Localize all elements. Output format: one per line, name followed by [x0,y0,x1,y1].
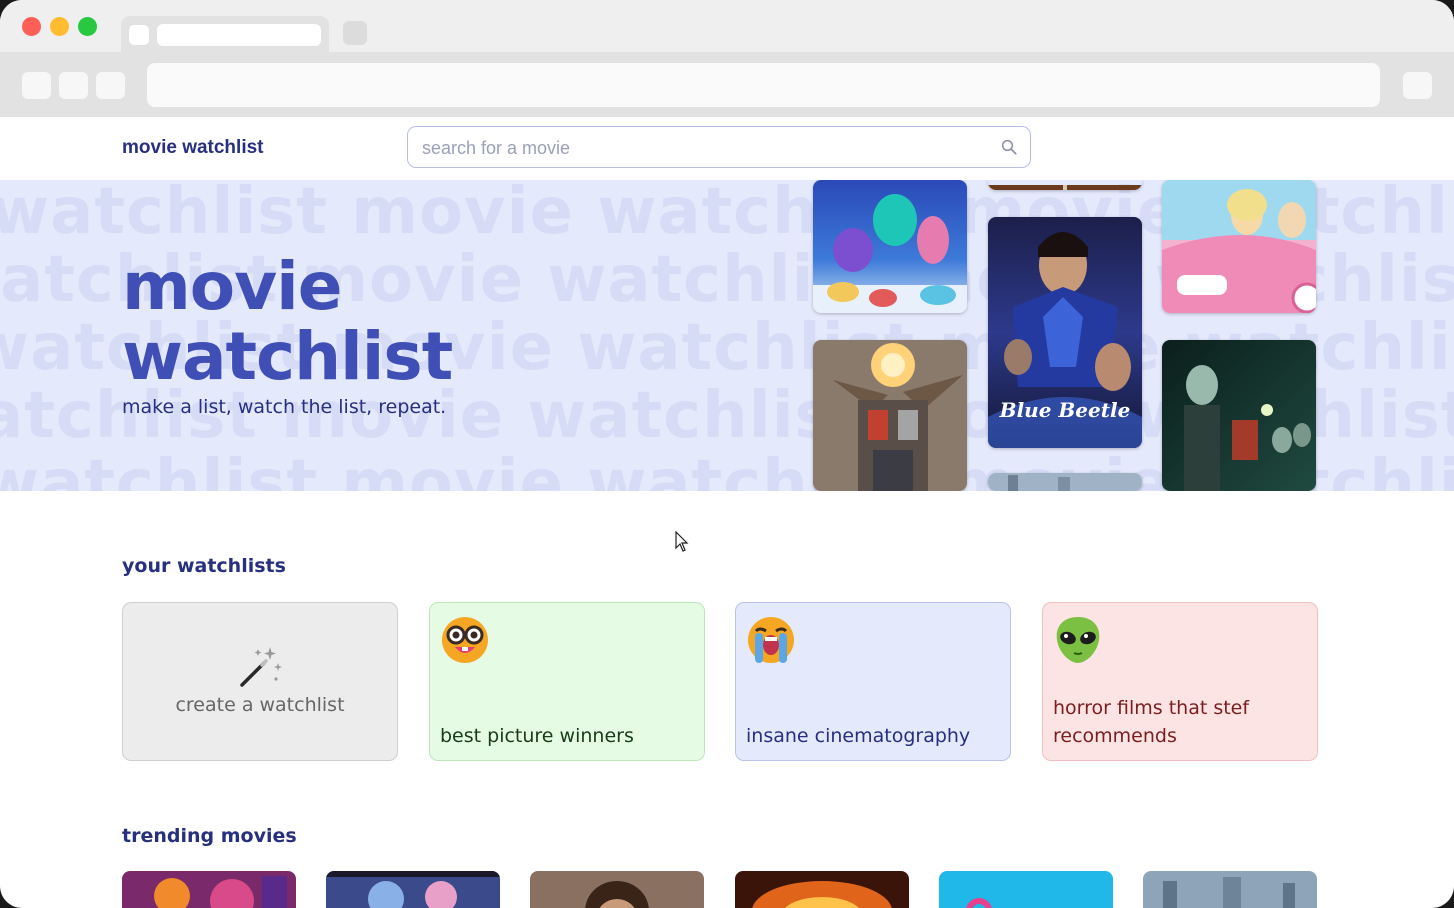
watchlist-card[interactable]: insane cinematography [735,602,1011,761]
tab-favicon-icon [129,25,149,45]
create-watchlist-card[interactable]: create a watchlist [122,602,398,761]
trending-movie-poster[interactable] [530,871,704,908]
trending-movie-poster[interactable] [939,871,1113,908]
loudly-crying-face-icon [748,617,794,663]
magic-wand-icon [240,647,282,687]
maximize-window-button[interactable] [78,17,97,36]
watchlist-name: best picture winners [440,725,634,747]
hero-poster[interactable] [1162,340,1316,491]
address-bar[interactable] [147,63,1380,107]
reload-button[interactable] [96,72,125,99]
hero-title-line-2: watchlist [122,318,453,395]
mouse-cursor-icon [675,531,689,552]
search-box[interactable] [407,126,1031,168]
brand-link[interactable]: movie watchlist [122,137,264,159]
browser-window: movie watchlist watchlist movie watchlis… [0,0,1454,908]
site-header: movie watchlist [0,117,1454,181]
watchlist-name: insane cinematography [746,725,971,747]
watchlist-card[interactable]: horror films that stef recommends [1042,602,1318,761]
hero-poster-blue-beetle[interactable]: Blue Beetle [988,217,1142,448]
watchlist-name: horror films that stef recommends [1053,697,1250,747]
trending-movie-poster[interactable] [735,871,909,908]
back-button[interactable] [22,72,51,99]
hero-poster[interactable] [988,473,1142,491]
hero-banner: watchlist movie watchlist movie watchlis… [0,180,1454,491]
nerd-face-icon [442,617,488,663]
close-window-button[interactable] [22,17,41,36]
tab-title-placeholder [157,24,321,46]
new-tab-button[interactable] [343,21,367,45]
browser-tab-bar [0,0,1454,56]
extensions-button[interactable] [1403,72,1432,99]
hero-poster[interactable] [988,180,1142,190]
forward-button[interactable] [59,72,88,99]
watchlists-heading: your watchlists [122,555,286,577]
trending-movie-poster[interactable] [122,871,296,908]
minimize-window-button[interactable] [50,17,69,36]
hero-poster[interactable] [813,340,967,491]
hero-poster[interactable] [813,180,967,313]
search-icon[interactable] [1000,138,1018,156]
browser-tab[interactable] [121,16,329,56]
hero-subtitle: make a list, watch the list, repeat. [122,396,447,418]
trending-movie-poster[interactable] [326,871,500,908]
trending-movie-poster[interactable] [1143,871,1317,908]
trending-heading: trending movies [122,825,297,847]
hero-poster[interactable] [1162,180,1316,313]
hero-title-line-1: movie [122,248,343,325]
watchlist-card[interactable]: best picture winners [429,602,705,761]
hero-title: movie watchlist [122,252,453,395]
browser-toolbar [0,52,1454,117]
poster-title-text: Blue Beetle [999,398,1131,422]
create-watchlist-label: create a watchlist [175,694,345,716]
alien-icon [1056,617,1100,663]
search-input[interactable] [420,135,984,161]
